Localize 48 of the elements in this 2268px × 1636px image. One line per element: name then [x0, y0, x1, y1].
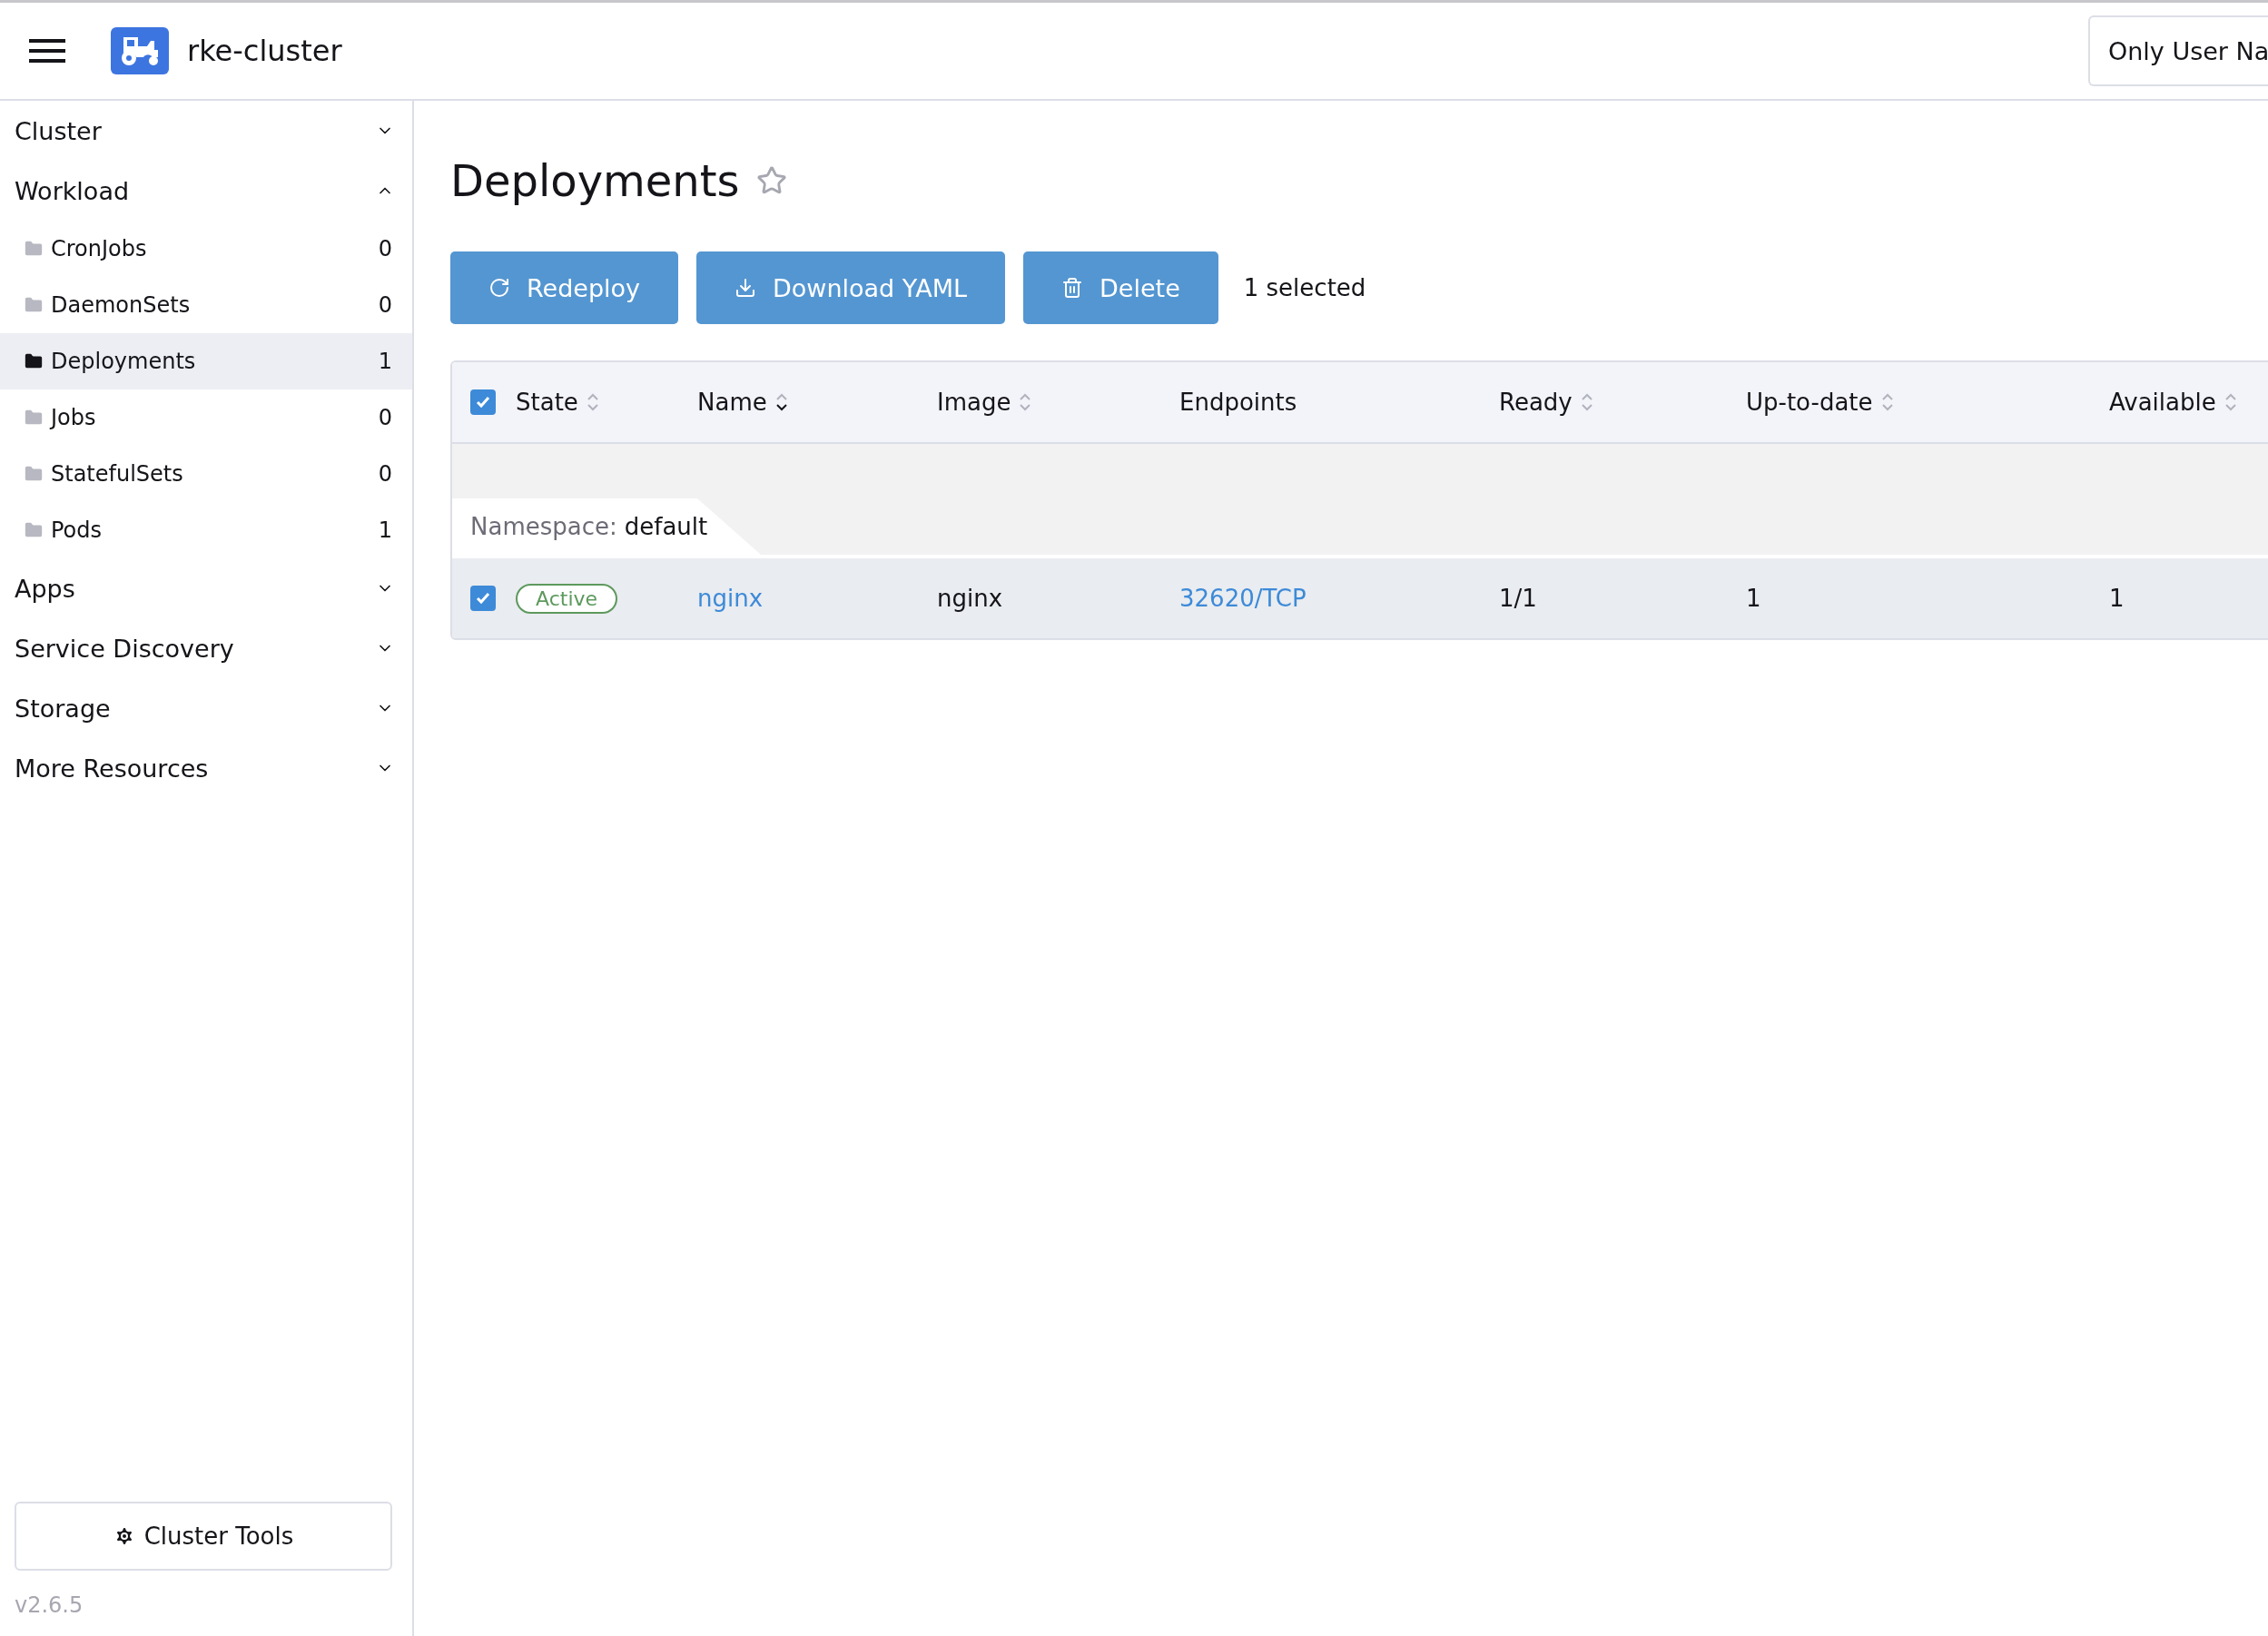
column-header[interactable]: Ready — [1499, 389, 1573, 416]
column-header[interactable]: Image — [937, 389, 1011, 416]
delete-icon — [1061, 277, 1084, 299]
check-icon — [475, 394, 491, 410]
column-header: Endpoints — [1179, 389, 1297, 416]
sort-icon — [2223, 393, 2238, 411]
sidebar-group[interactable]: More Resources — [0, 738, 412, 798]
sidebar-group[interactable]: Service Discovery — [0, 618, 412, 678]
status-badge: Active — [516, 583, 618, 614]
redeploy-icon — [488, 277, 510, 299]
table-cell-text: nginx — [937, 585, 1004, 612]
version-label: v2.6.5 — [15, 1592, 84, 1618]
sort-icon — [1018, 393, 1033, 411]
namespace-label: Namespace: — [470, 513, 617, 540]
sort-icon — [774, 393, 789, 411]
sort-icon — [585, 393, 600, 411]
sort-icon — [1579, 393, 1594, 411]
column-header[interactable]: State — [516, 389, 578, 416]
page-title: Deployments — [450, 155, 740, 206]
sidebar-group[interactable]: Storage — [0, 678, 412, 738]
sidebar-item[interactable]: Pods 1 — [0, 502, 412, 558]
table-cell-text: 1 — [2109, 585, 2125, 612]
sidebar-item[interactable]: CronJobs 0 — [0, 221, 412, 277]
namespace-value: default — [624, 513, 708, 540]
selection-count: 1 selected — [1243, 274, 1366, 301]
table-cell-text: 1/1 — [1499, 585, 1538, 612]
sidebar-group[interactable]: Workload — [0, 161, 412, 221]
sidebar-group[interactable]: Cluster — [0, 101, 412, 161]
column-header[interactable]: Name — [697, 389, 767, 416]
sidebar-group[interactable]: Apps — [0, 558, 412, 618]
sidebar-item[interactable]: Deployments 1 — [0, 333, 412, 389]
check-icon — [475, 590, 491, 606]
checkbox[interactable] — [470, 389, 496, 415]
sort-icon — [1879, 393, 1895, 411]
sidebar-item[interactable]: DaemonSets 0 — [0, 277, 412, 333]
column-header[interactable]: Available — [2109, 389, 2216, 416]
cluster-name: rke-cluster — [187, 34, 342, 68]
table-cell-text: 1 — [1746, 585, 1762, 612]
sidebar-item[interactable]: Jobs 0 — [0, 389, 412, 446]
column-header[interactable]: Up-to-date — [1746, 389, 1873, 416]
cluster-tools-button[interactable]: Cluster Tools — [15, 1502, 392, 1571]
star-icon[interactable] — [755, 165, 787, 196]
download-icon — [735, 277, 757, 299]
sidebar-item[interactable]: StatefulSets 0 — [0, 446, 412, 502]
checkbox[interactable] — [470, 586, 496, 611]
tractor-logo-icon — [111, 27, 169, 74]
namespace-filter[interactable]: Only User Na — [2088, 15, 2268, 86]
menu-icon[interactable] — [29, 39, 65, 63]
